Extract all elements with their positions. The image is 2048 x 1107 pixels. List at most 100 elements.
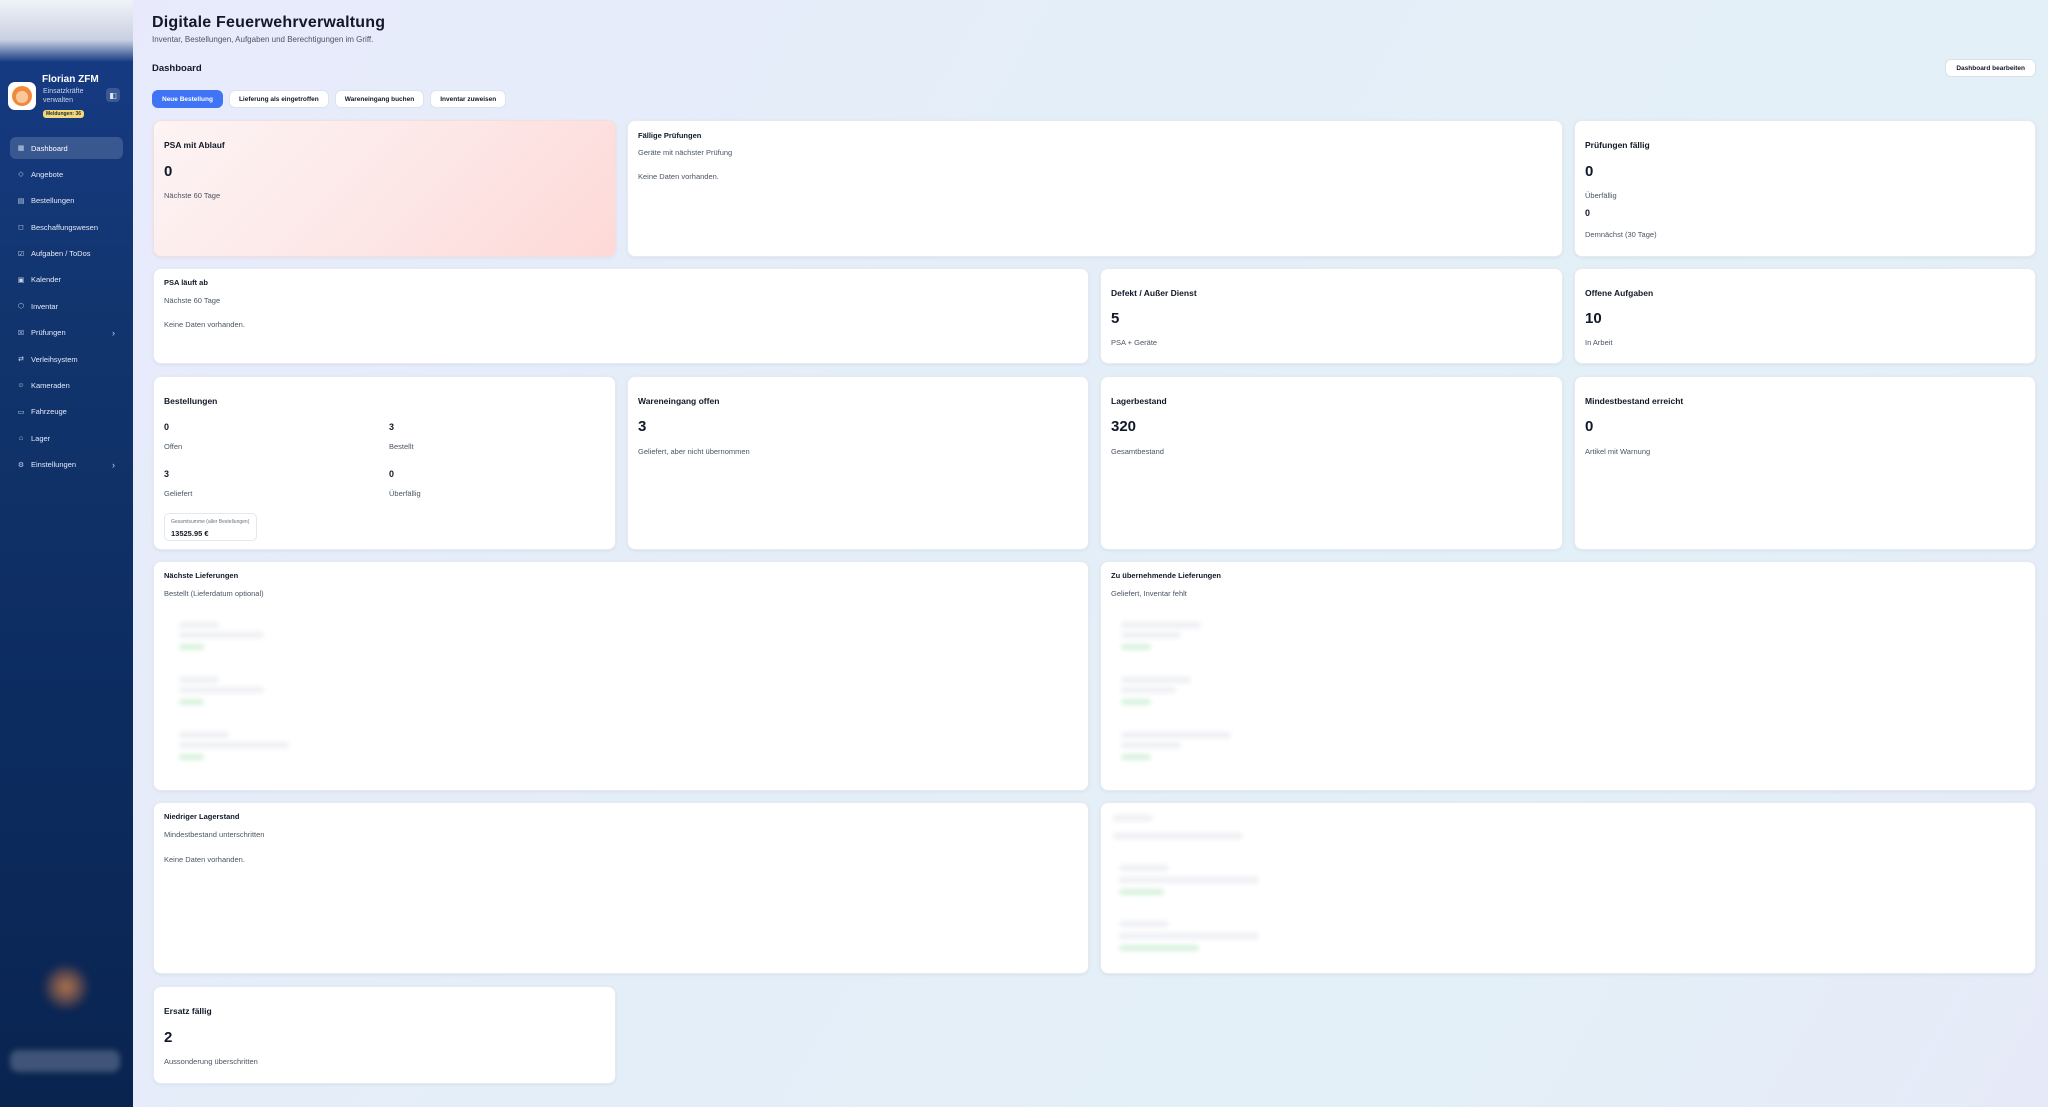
sidebar-item-label: Angebote [31, 169, 64, 179]
card-zu-uebernehmende-lieferungen[interactable]: Zu übernehmende Lieferungen Geliefert, I… [1100, 561, 2036, 791]
card-ersatz-faellig[interactable]: Ersatz fällig 2 Aussonderung überschritt… [153, 986, 616, 1084]
sidebar-item-aufgaben[interactable]: ☑ Aufgaben / ToDos [10, 243, 123, 265]
sidebar-item-label: Prüfungen [31, 328, 66, 338]
card-niedriger-lagerstand[interactable]: Niedriger Lagerstand Mindestbestand unte… [153, 802, 1089, 974]
card-title: PSA mit Ablauf [164, 140, 225, 150]
sidebar-item-bestellungen[interactable]: ▤ Bestellungen [10, 190, 123, 212]
total-sum-label: Gesamtsumme (aller Bestellungen) [171, 519, 250, 525]
card-mindestbestand[interactable]: Mindestbestand erreicht 0 Artikel mit Wa… [1574, 376, 2036, 550]
empty-state: Keine Daten vorhanden. [164, 320, 245, 329]
blur-overlay [1101, 607, 2035, 787]
profile-name: Florian ZFM [42, 74, 99, 85]
assign-inventory-button[interactable]: Inventar zuweisen [430, 90, 507, 108]
sidebar-item-inventar[interactable]: ⬡ Inventar [10, 295, 123, 317]
swap-icon: ⇄ [18, 356, 24, 364]
check-icon: ☒ [17, 329, 25, 337]
card-offene-aufgaben[interactable]: Offene Aufgaben 10 In Arbeit [1574, 268, 2036, 364]
collapse-sidebar-icon[interactable]: ◧ [106, 88, 120, 102]
stat-label-geliefert: Geliefert [164, 489, 193, 498]
card-title: Nächste Lieferungen [164, 571, 239, 580]
sidebar-item-label: Kameraden [31, 381, 70, 391]
sidebar-item-kameraden[interactable]: ☺ Kameraden [10, 375, 123, 397]
mark-delivered-button[interactable]: Lieferung als eingetroffen [228, 90, 329, 108]
sidebar-item-kalender[interactable]: ▣ Kalender [10, 269, 123, 291]
quick-actions: Neue Bestellung Lieferung als eingetroff… [152, 90, 507, 108]
sidebar-item-label: Bestellungen [31, 196, 75, 206]
sidebar-item-lager[interactable]: ⌂ Lager [10, 427, 123, 449]
stat-label-bestellt: Bestellt [389, 442, 414, 451]
card-value: 5 [1111, 310, 1120, 327]
total-sum-box: Gesamtsumme (aller Bestellungen) 13525.9… [164, 513, 257, 541]
warehouse-icon: ⌂ [18, 434, 24, 442]
sidebar-item-label: Fahrzeuge [31, 407, 67, 417]
card-bestellungen[interactable]: Bestellungen 0 Offen 3 Bestellt 3 Gelief… [153, 376, 616, 550]
sidebar-item-einstellungen[interactable]: ⚙ Einstellungen › [10, 454, 123, 476]
card-value: 0 [1585, 418, 1594, 435]
card-title: Lagerbestand [1111, 396, 1167, 406]
total-sum-value: 13525.95 € [171, 529, 209, 538]
card-subtitle: Geliefert, Inventar fehlt [1111, 589, 1187, 598]
users-icon: ☺ [17, 382, 25, 390]
card-title: Ersatz fällig [164, 1006, 212, 1016]
clipboard-icon: ▤ [17, 197, 25, 205]
card-pruefungen-faellig[interactable]: Prüfungen fällig 0 Überfällig 0 Demnächs… [1574, 120, 2036, 257]
sidebar-item-beschaffungswesen[interactable]: ◻ Beschaffungswesen [10, 216, 123, 238]
card-lagerbestand[interactable]: Lagerbestand 320 Gesamtbestand [1100, 376, 1563, 550]
blur-overlay [1101, 803, 2035, 973]
truck-icon: ▭ [17, 408, 25, 416]
package-icon: ⬡ [17, 303, 25, 311]
overdue-value: 0 [1585, 163, 1594, 180]
overdue-label: Überfällig [1585, 191, 1617, 200]
edit-dashboard-button[interactable]: Dashboard bearbeiten [1945, 59, 2036, 77]
blur-overlay [154, 607, 1088, 787]
blurred-footer-button [10, 1050, 120, 1072]
page-subtitle: Inventar, Bestellungen, Aufgaben und Ber… [152, 35, 374, 44]
card-value: 3 [638, 418, 647, 435]
sidebar-item-label: Einstellungen [31, 460, 77, 470]
card-wareneingang[interactable]: Wareneingang offen 3 Geliefert, aber nic… [627, 376, 1089, 550]
new-order-button[interactable]: Neue Bestellung [152, 90, 223, 108]
sidebar-item-verleihsystem[interactable]: ⇄ Verleihsystem [10, 348, 123, 370]
sidebar-item-label: Kalender [31, 275, 62, 285]
card-naechste-lieferungen[interactable]: Nächste Lieferungen Bestellt (Lieferdatu… [153, 561, 1089, 791]
box-icon: ◻ [18, 224, 24, 232]
sidebar-item-dashboard[interactable]: ▦ Dashboard [10, 137, 123, 159]
sidebar-nav: ▦ Dashboard ◇ Angebote ▤ Bestellungen ◻ Besc… [10, 137, 123, 480]
sidebar-item-label: Lager [31, 433, 51, 443]
user-profile[interactable]: Florian ZFM Einsatzkräfte verwalten Meld… [8, 72, 124, 120]
card-title: Mindestbestand erreicht [1585, 396, 1684, 406]
empty-state: Keine Daten vorhanden. [638, 172, 719, 181]
card-title: Bestellungen [164, 396, 218, 406]
card-defekt[interactable]: Defekt / Außer Dienst 5 PSA + Geräte [1100, 268, 1563, 364]
sidebar-item-fahrzeuge[interactable]: ▭ Fahrzeuge [10, 401, 123, 423]
sidebar-item-pruefungen[interactable]: ☒ Prüfungen › [10, 322, 123, 344]
card-subtitle: Bestellt (Lieferdatum optional) [164, 589, 264, 598]
sidebar: Florian ZFM Einsatzkräfte verwalten Meld… [0, 0, 133, 1107]
book-goods-receipt-button[interactable]: Wareneingang buchen [334, 90, 425, 108]
section-title: Dashboard [152, 63, 202, 74]
card-text: Aussonderung überschritten [164, 1057, 258, 1066]
card-title: Niedriger Lagerstand [164, 812, 240, 821]
sidebar-item-label: Verleihsystem [31, 354, 78, 364]
chevron-right-icon: › [112, 327, 115, 338]
notification-badge[interactable]: Meldungen: 36 [43, 110, 85, 118]
card-value: 0 [164, 163, 173, 180]
checklist-icon: ☑ [17, 250, 25, 258]
card-text: Artikel mit Warnung [1585, 447, 1651, 456]
calendar-icon: ▣ [17, 276, 25, 284]
sidebar-item-label: Dashboard [31, 143, 68, 153]
page-title: Digitale Feuerwehrverwaltung [152, 14, 386, 31]
card-text: Nächste 60 Tage [164, 191, 221, 200]
card-psa-ablauf[interactable]: PSA mit Ablauf 0 Nächste 60 Tage [153, 120, 616, 257]
card-blurred-widget[interactable] [1100, 802, 2036, 974]
stat-label-ueberfaellig: Überfällig [389, 489, 421, 498]
sidebar-item-angebote[interactable]: ◇ Angebote [10, 163, 123, 185]
card-value: 2 [164, 1029, 173, 1046]
card-text: PSA + Geräte [1111, 338, 1158, 347]
sidebar-item-label: Aufgaben / ToDos [31, 249, 91, 259]
card-psa-laeuft-ab[interactable]: PSA läuft ab Nächste 60 Tage Keine Daten… [153, 268, 1089, 364]
upcoming-value: 0 [1585, 208, 1591, 218]
card-text: Geliefert, aber nicht übernommen [638, 447, 750, 456]
card-title: Defekt / Außer Dienst [1111, 288, 1197, 298]
card-faellige-pruefungen[interactable]: Fällige Prüfungen Geräte mit nächster Pr… [627, 120, 1563, 257]
